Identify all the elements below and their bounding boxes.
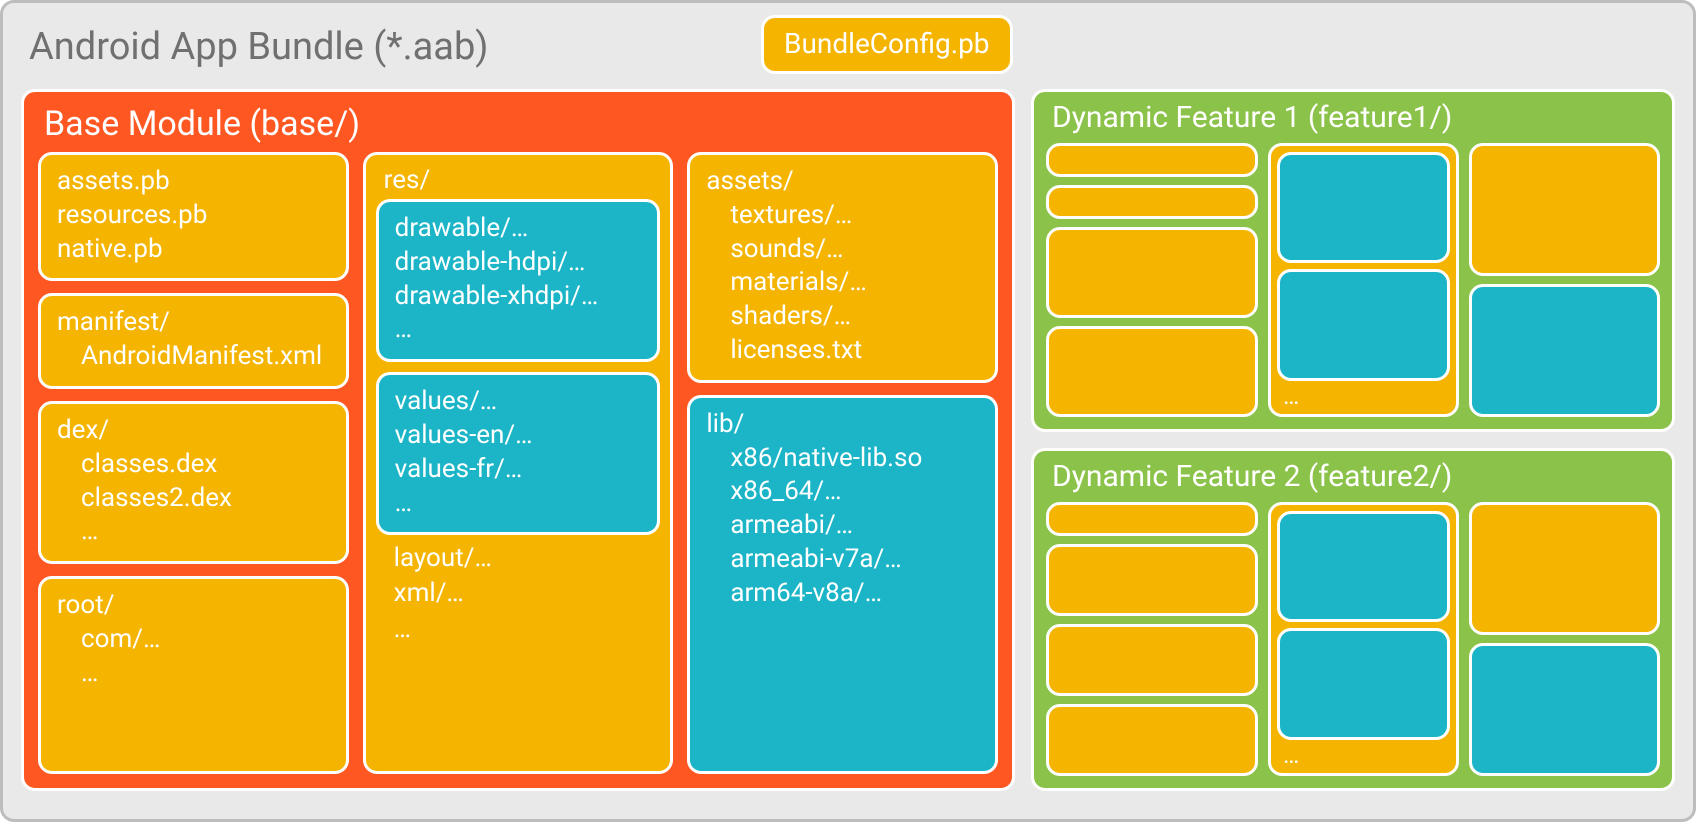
lib-hdr: lib/	[706, 408, 979, 442]
feature-1-col2: …	[1268, 143, 1459, 417]
mini-box	[1277, 152, 1450, 263]
mini-box	[1046, 704, 1258, 776]
assets-item: materials/…	[706, 266, 979, 300]
res-box: res/ drawable/… drawable-hdpi/… drawable…	[363, 152, 674, 774]
dex-item: classes2.dex	[57, 482, 330, 516]
features-column: Dynamic Feature 1 (feature1/) …	[1031, 89, 1675, 791]
dex-hdr: dex/	[57, 414, 330, 448]
feature-2-col1	[1046, 502, 1258, 776]
lib-item: x86/native-lib.so	[706, 442, 979, 476]
pb-item: native.pb	[57, 233, 330, 267]
pb-item: assets.pb	[57, 165, 330, 199]
mini-box	[1277, 269, 1450, 380]
dex-item: classes.dex	[57, 448, 330, 482]
res-hdr: res/	[384, 165, 661, 195]
mini-box	[1046, 502, 1258, 536]
values-item: …	[395, 487, 642, 521]
feature-1-grid: …	[1046, 143, 1660, 417]
manifest-hdr: manifest/	[57, 306, 330, 340]
root-item: com/…	[57, 623, 330, 657]
res-after-item: xml/…	[394, 576, 661, 611]
pb-box: assets.pb resources.pb native.pb	[38, 152, 349, 281]
res-after-item: layout/…	[394, 541, 661, 576]
feature-1-title: Dynamic Feature 1 (feature1/)	[1052, 100, 1660, 135]
aab-container: Android App Bundle (*.aab) BundleConfig.…	[0, 0, 1696, 822]
feature-2-col2: …	[1268, 502, 1459, 776]
base-col2: res/ drawable/… drawable-hdpi/… drawable…	[363, 152, 674, 774]
manifest-box: manifest/ AndroidManifest.xml	[38, 293, 349, 389]
assets-item: shaders/…	[706, 300, 979, 334]
manifest-item: AndroidManifest.xml	[57, 340, 330, 374]
dex-box: dex/ classes.dex classes2.dex …	[38, 401, 349, 564]
values-item: values-en/…	[395, 419, 642, 453]
drawable-item: drawable-xhdpi/…	[395, 280, 642, 314]
mini-box	[1469, 643, 1660, 776]
drawable-item: drawable-hdpi/…	[395, 246, 642, 280]
feature-2-grid: …	[1046, 502, 1660, 776]
mini-box	[1046, 544, 1258, 616]
mini-box	[1277, 628, 1450, 739]
ellipsis: …	[1277, 746, 1450, 767]
feature-2: Dynamic Feature 2 (feature2/) …	[1031, 448, 1675, 791]
main-row: Base Module (base/) assets.pb resources.…	[21, 89, 1675, 791]
root-box: root/ com/… …	[38, 576, 349, 774]
res-inner: drawable/… drawable-hdpi/… drawable-xhdp…	[376, 199, 661, 535]
mini-box	[1046, 326, 1258, 417]
drawable-item: …	[395, 313, 642, 347]
assets-item: licenses.txt	[706, 334, 979, 368]
mini-box	[1277, 511, 1450, 622]
assets-box: assets/ textures/… sounds/… materials/… …	[687, 152, 998, 383]
res-after: layout/… xml/… …	[376, 535, 661, 646]
lib-item: armeabi-v7a/…	[706, 543, 979, 577]
mini-box	[1469, 502, 1660, 635]
mini-box	[1469, 284, 1660, 417]
lib-box: lib/ x86/native-lib.so x86_64/… armeabi/…	[687, 395, 998, 774]
bundle-config-file: BundleConfig.pb	[761, 15, 1013, 74]
feature-2-title: Dynamic Feature 2 (feature2/)	[1052, 459, 1660, 494]
dex-item: …	[57, 515, 330, 549]
mini-box	[1046, 227, 1258, 318]
assets-item: textures/…	[706, 199, 979, 233]
mini-box	[1469, 143, 1660, 276]
mini-res-box: …	[1268, 502, 1459, 776]
base-module: Base Module (base/) assets.pb resources.…	[21, 89, 1015, 791]
root-item: …	[57, 657, 330, 691]
drawable-box: drawable/… drawable-hdpi/… drawable-xhdp…	[376, 199, 661, 362]
base-col3: assets/ textures/… sounds/… materials/… …	[687, 152, 998, 774]
assets-item: sounds/…	[706, 233, 979, 267]
ellipsis: …	[1277, 387, 1450, 408]
bundle-config-wrap: BundleConfig.pb	[761, 15, 1013, 74]
mini-box	[1046, 143, 1258, 177]
res-after-item: …	[394, 612, 661, 647]
assets-hdr: assets/	[706, 165, 979, 199]
bundle-title: Android App Bundle (*.aab)	[29, 25, 489, 69]
feature-1-col3	[1469, 143, 1660, 417]
feature-1: Dynamic Feature 1 (feature1/) …	[1031, 89, 1675, 432]
root-hdr: root/	[57, 589, 330, 623]
header-row: Android App Bundle (*.aab) BundleConfig.…	[21, 17, 1675, 77]
mini-box	[1046, 185, 1258, 219]
values-box: values/… values-en/… values-fr/… …	[376, 372, 661, 535]
values-item: values-fr/…	[395, 453, 642, 487]
drawable-item: drawable/…	[395, 212, 642, 246]
mini-res-box: …	[1268, 143, 1459, 417]
feature-1-col1	[1046, 143, 1258, 417]
pb-item: resources.pb	[57, 199, 330, 233]
values-item: values/…	[395, 385, 642, 419]
base-module-title: Base Module (base/)	[44, 104, 998, 144]
mini-box	[1046, 624, 1258, 696]
base-columns: assets.pb resources.pb native.pb manifes…	[38, 152, 998, 774]
lib-item: arm64-v8a/…	[706, 577, 979, 611]
lib-item: armeabi/…	[706, 509, 979, 543]
lib-item: x86_64/…	[706, 475, 979, 509]
base-col1: assets.pb resources.pb native.pb manifes…	[38, 152, 349, 774]
feature-2-col3	[1469, 502, 1660, 776]
